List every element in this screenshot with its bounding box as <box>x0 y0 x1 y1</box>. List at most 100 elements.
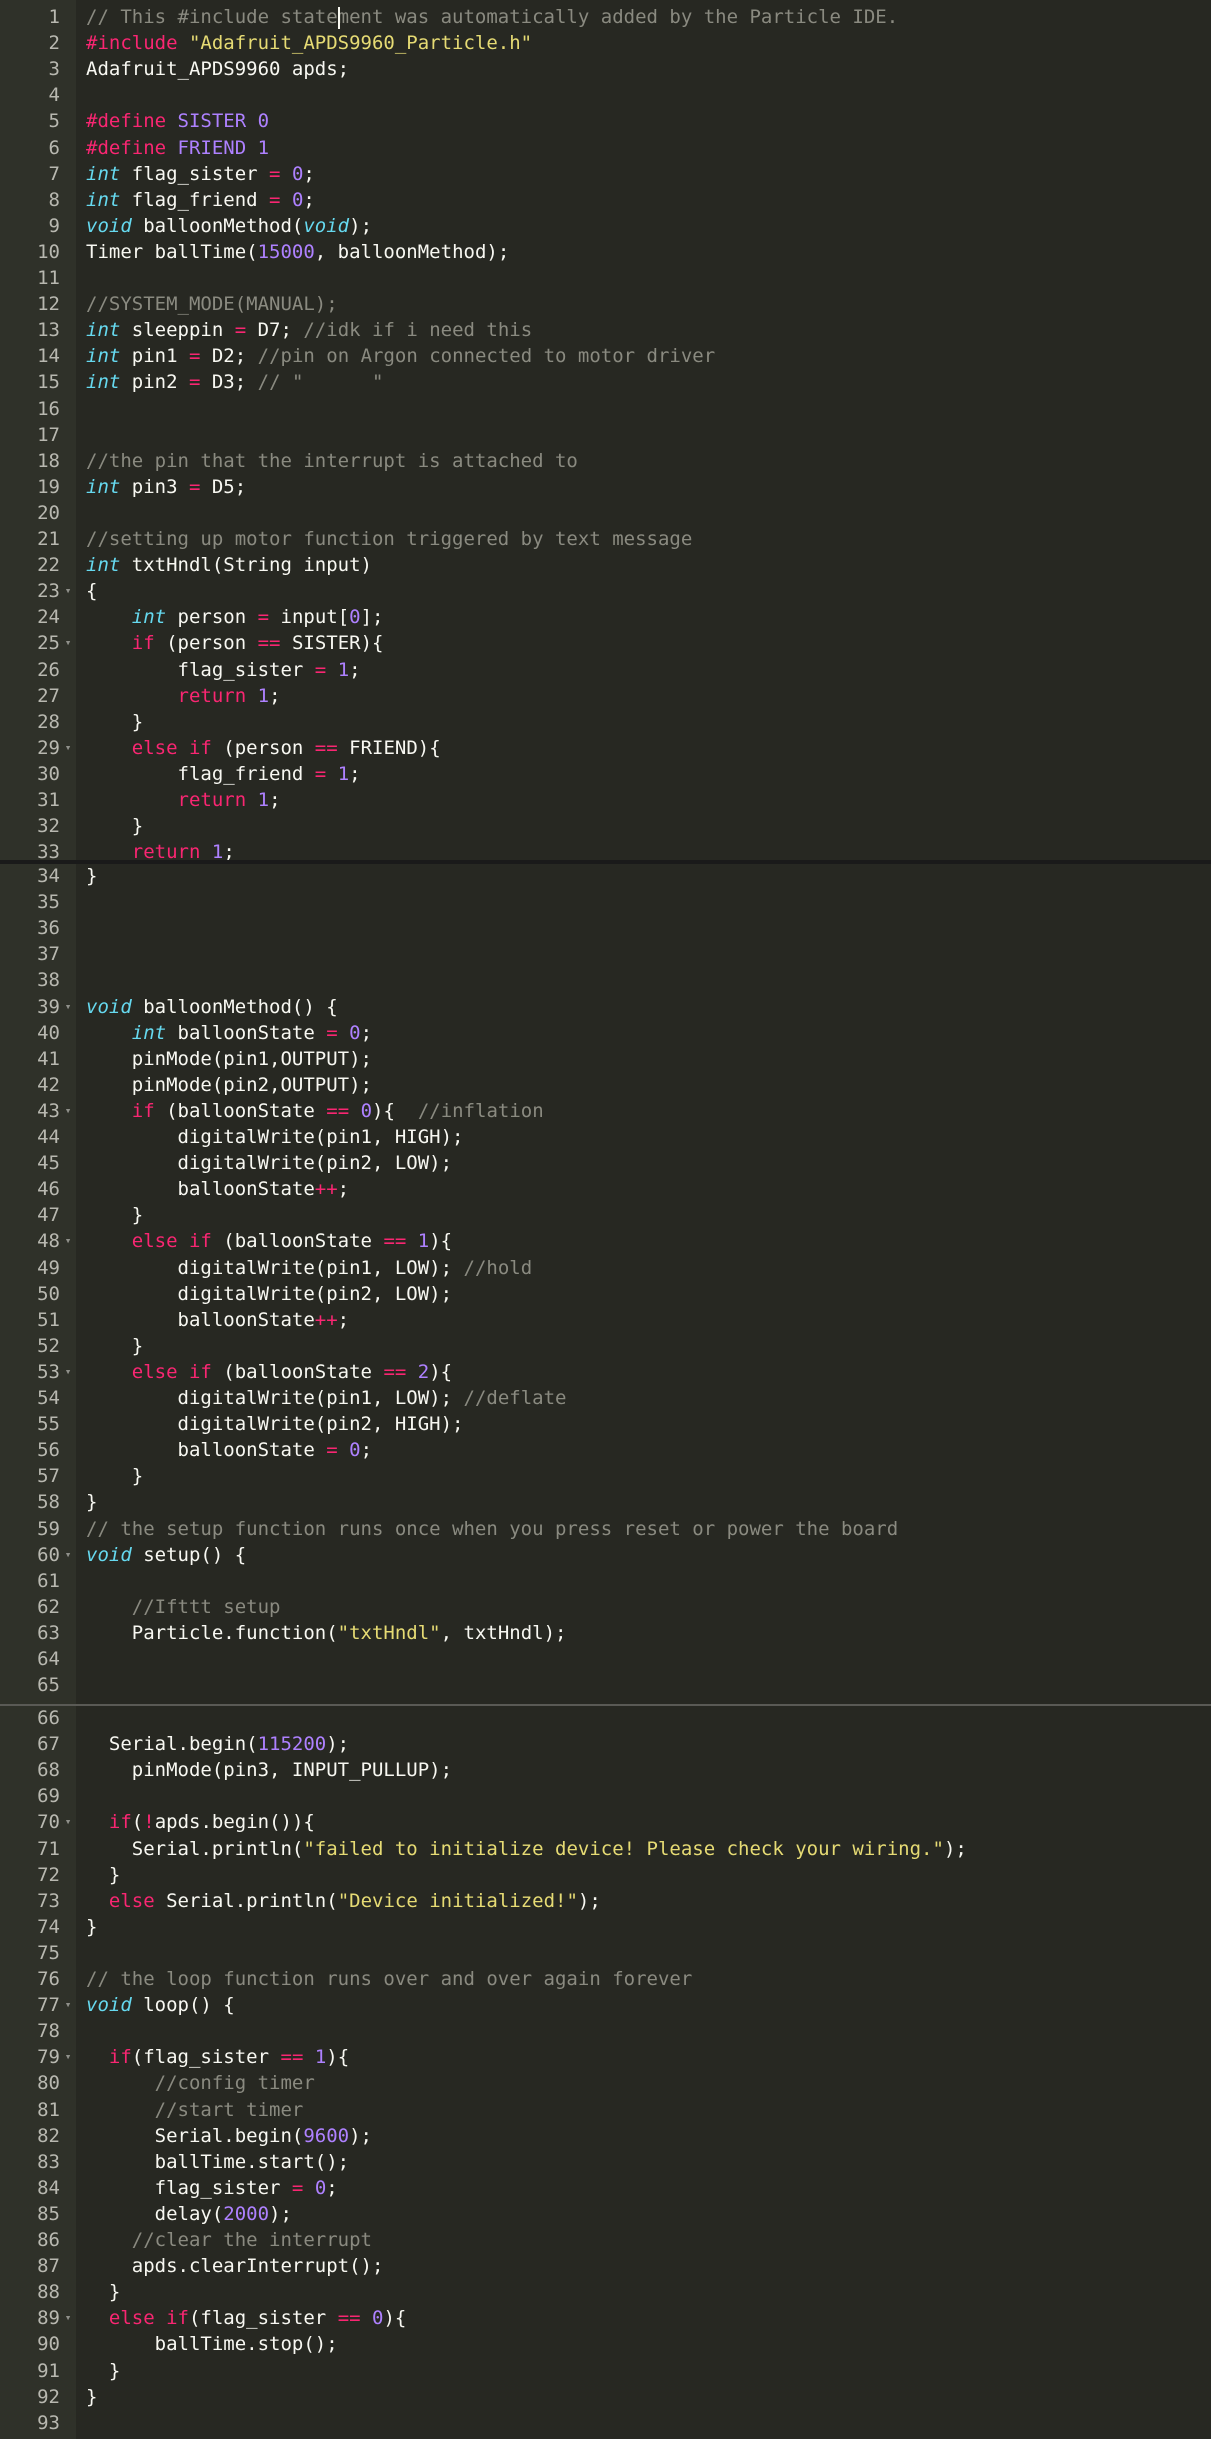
fold-toggle-icon[interactable]: ▾ <box>62 2044 74 2070</box>
code-line[interactable]: 53 ▾ else if (balloonState == 2){ <box>0 1359 1211 1385</box>
code-line[interactable]: 25 ▾ if (person == SISTER){ <box>0 630 1211 656</box>
code-line[interactable]: 3 Adafruit_APDS9960 apds; <box>0 56 1211 82</box>
code-line[interactable]: 37 <box>0 941 1211 967</box>
code-line[interactable]: 43 ▾ if (balloonState == 0){ //inflation <box>0 1098 1211 1124</box>
code-line[interactable]: 18 //the pin that the interrupt is attach… <box>0 448 1211 474</box>
code-line[interactable]: 86 //clear the interrupt <box>0 2227 1211 2253</box>
code-line[interactable]: 74} <box>0 1914 1211 1940</box>
code-line[interactable]: 73 else Serial.println("Device initializ… <box>0 1888 1211 1914</box>
code-line[interactable]: 21 //setting up motor function triggered … <box>0 526 1211 552</box>
code-line[interactable]: 33 return 1; <box>0 839 1211 862</box>
code-line[interactable]: 82 Serial.begin(9600); <box>0 2123 1211 2149</box>
code-line[interactable]: 80 //config timer <box>0 2070 1211 2096</box>
code-line[interactable]: 50 digitalWrite(pin2, LOW); <box>0 1281 1211 1307</box>
code-line[interactable]: 78 <box>0 2018 1211 2044</box>
code-line[interactable]: 48 ▾ else if (balloonState == 1){ <box>0 1228 1211 1254</box>
code-line[interactable]: 81 //start timer <box>0 2097 1211 2123</box>
code-line[interactable]: 46 balloonState++; <box>0 1176 1211 1202</box>
code-line[interactable]: 65 <box>0 1672 1211 1698</box>
code-line[interactable]: 84 flag_sister = 0; <box>0 2175 1211 2201</box>
code-line[interactable]: 71 Serial.println("failed to initialize … <box>0 1836 1211 1862</box>
fold-toggle-icon[interactable]: ▾ <box>62 1809 74 1835</box>
code-line[interactable]: 67 Serial.begin(115200); <box>0 1731 1211 1757</box>
code-line[interactable]: 63 Particle.function("txtHndl", txtHndl)… <box>0 1620 1211 1646</box>
code-line[interactable]: 56 balloonState = 0; <box>0 1437 1211 1463</box>
code-line[interactable]: 51 balloonState++; <box>0 1307 1211 1333</box>
code-line[interactable]: 16 <box>0 396 1211 422</box>
code-line[interactable]: 35 <box>0 889 1211 915</box>
code-line[interactable]: 15 int pin2 = D3; // " " <box>0 369 1211 395</box>
code-line[interactable]: 7 int flag_sister = 0; <box>0 161 1211 187</box>
code-line[interactable]: 66 <box>0 1705 1211 1731</box>
code-line[interactable]: 58} <box>0 1489 1211 1515</box>
code-line[interactable]: 89 ▾ else if(flag_sister == 0){ <box>0 2305 1211 2331</box>
code-line[interactable]: 1 // This #include statement was automati… <box>0 4 1211 30</box>
code-line[interactable]: 11 <box>0 265 1211 291</box>
fold-toggle-icon[interactable]: ▾ <box>62 1228 74 1254</box>
code-line[interactable]: 77 ▾ void loop() { <box>0 1992 1211 2018</box>
code-line[interactable]: 27 return 1; <box>0 683 1211 709</box>
code-line[interactable]: 88 } <box>0 2279 1211 2305</box>
code-line[interactable]: 68 pinMode(pin3, INPUT_PULLUP); <box>0 1757 1211 1783</box>
code-line[interactable]: 40 int balloonState = 0; <box>0 1020 1211 1046</box>
code-line[interactable]: 13 int sleeppin = D7; //idk if i need thi… <box>0 317 1211 343</box>
code-line[interactable]: 42 pinMode(pin2,OUTPUT); <box>0 1072 1211 1098</box>
fold-toggle-icon[interactable]: ▾ <box>62 578 74 604</box>
code-line[interactable]: 52 } <box>0 1333 1211 1359</box>
code-line[interactable]: 23 ▾ { <box>0 578 1211 604</box>
code-line[interactable]: 45 digitalWrite(pin2, LOW); <box>0 1150 1211 1176</box>
code-line[interactable]: 79 ▾ if(flag_sister == 1){ <box>0 2044 1211 2070</box>
fold-toggle-icon[interactable]: ▾ <box>62 1098 74 1124</box>
code-line[interactable]: 19 int pin3 = D5; <box>0 474 1211 500</box>
code-line[interactable]: 61 <box>0 1568 1211 1594</box>
fold-toggle-icon[interactable]: ▾ <box>62 735 74 761</box>
code-line[interactable]: 10 Timer ballTime(15000, balloonMethod); <box>0 239 1211 265</box>
fold-toggle-icon[interactable]: ▾ <box>62 630 74 656</box>
code-line[interactable]: 87 apds.clearInterrupt(); <box>0 2253 1211 2279</box>
code-line[interactable]: 5 #define SISTER 0 <box>0 108 1211 134</box>
code-line[interactable]: 75 <box>0 1940 1211 1966</box>
code-line[interactable]: 14 int pin1 = D2; //pin on Argon connecte… <box>0 343 1211 369</box>
code-line[interactable]: 92} <box>0 2384 1211 2410</box>
code-line[interactable]: 55 digitalWrite(pin2, HIGH); <box>0 1411 1211 1437</box>
code-line[interactable]: 39 ▾ void balloonMethod() { <box>0 994 1211 1020</box>
fold-toggle-icon[interactable]: ▾ <box>62 2305 74 2331</box>
fold-toggle-icon[interactable]: ▾ <box>62 1359 74 1385</box>
fold-toggle-icon[interactable]: ▾ <box>62 994 74 1020</box>
code-line[interactable]: 83 ballTime.start(); <box>0 2149 1211 2175</box>
code-line[interactable]: 8 int flag_friend = 0; <box>0 187 1211 213</box>
code-line[interactable]: 6 #define FRIEND 1 <box>0 135 1211 161</box>
code-line[interactable]: 47 } <box>0 1202 1211 1228</box>
code-editor[interactable]: 1 // This #include statement was automati… <box>0 0 1211 2439</box>
code-line[interactable]: 69 <box>0 1783 1211 1809</box>
fold-toggle-icon[interactable]: ▾ <box>62 1542 74 1568</box>
code-line[interactable]: 24 int person = input[0]; <box>0 604 1211 630</box>
code-line[interactable]: 93 <box>0 2410 1211 2436</box>
code-line[interactable]: 20 <box>0 500 1211 526</box>
code-line[interactable]: 29 ▾ else if (person == FRIEND){ <box>0 735 1211 761</box>
code-line[interactable]: 57 } <box>0 1463 1211 1489</box>
code-line[interactable]: 9 void balloonMethod(void); <box>0 213 1211 239</box>
code-line[interactable]: 41 pinMode(pin1,OUTPUT); <box>0 1046 1211 1072</box>
code-line[interactable]: 28 } <box>0 709 1211 735</box>
code-line[interactable]: 31 return 1; <box>0 787 1211 813</box>
fold-toggle-icon[interactable]: ▾ <box>62 1992 74 2018</box>
code-line[interactable]: 54 digitalWrite(pin1, LOW); //deflate <box>0 1385 1211 1411</box>
code-line[interactable]: 49 digitalWrite(pin1, LOW); //hold <box>0 1255 1211 1281</box>
code-line[interactable]: 76 // the loop function runs over and ove… <box>0 1966 1211 1992</box>
code-line[interactable]: 60 ▾ void setup() { <box>0 1542 1211 1568</box>
code-line[interactable]: 64 <box>0 1646 1211 1672</box>
code-line[interactable]: 62 //Ifttt setup <box>0 1594 1211 1620</box>
code-line[interactable]: 91 } <box>0 2358 1211 2384</box>
code-line[interactable]: 59 // the setup function runs once when y… <box>0 1516 1211 1542</box>
code-line[interactable]: 2 #include "Adafruit_APDS9960_Particle.h" <box>0 30 1211 56</box>
code-line[interactable]: 72 } <box>0 1862 1211 1888</box>
code-line[interactable]: 85 delay(2000); <box>0 2201 1211 2227</box>
code-line[interactable]: 12 //SYSTEM_MODE(MANUAL); <box>0 291 1211 317</box>
code-line[interactable]: 17 <box>0 422 1211 448</box>
code-line[interactable]: 70 ▾ if(!apds.begin()){ <box>0 1809 1211 1835</box>
code-line[interactable]: 36 <box>0 915 1211 941</box>
code-line[interactable]: 44 digitalWrite(pin1, HIGH); <box>0 1124 1211 1150</box>
code-line[interactable]: 32 } <box>0 813 1211 839</box>
code-line[interactable]: 90 ballTime.stop(); <box>0 2331 1211 2357</box>
